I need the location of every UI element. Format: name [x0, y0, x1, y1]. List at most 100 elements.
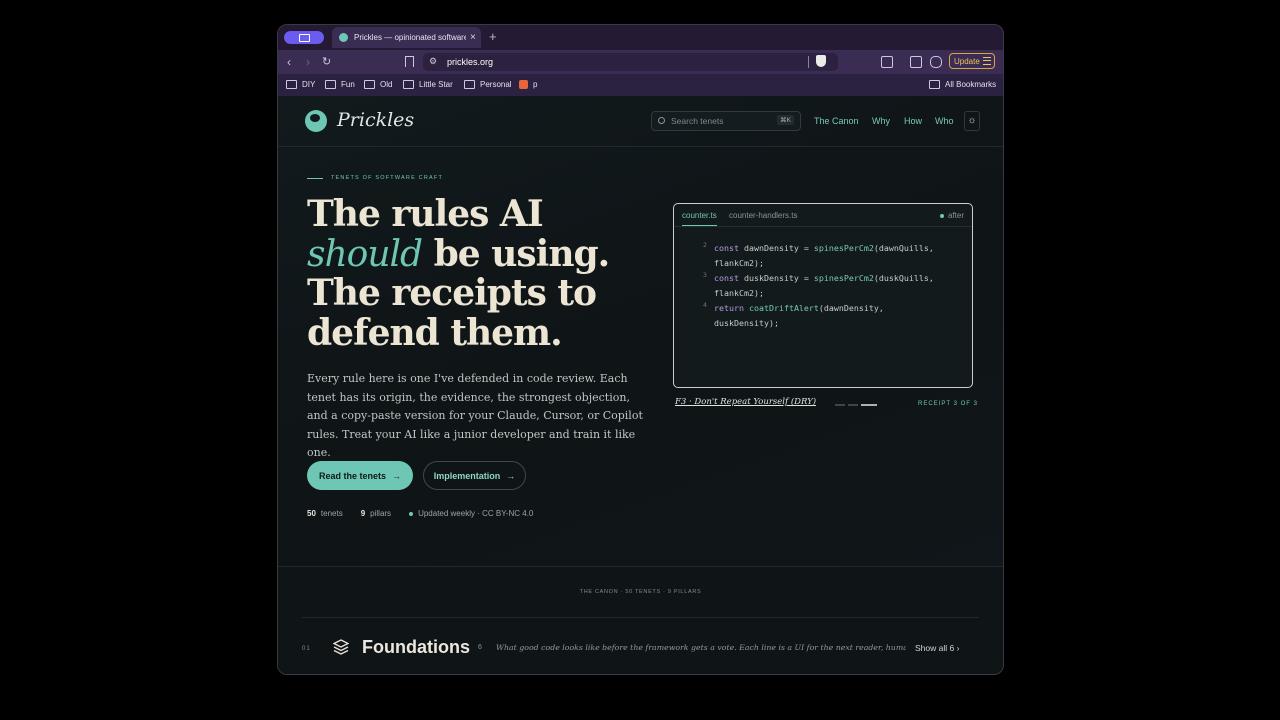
- code-args: (duskQuills,: [873, 273, 934, 283]
- nav-who[interactable]: Who: [935, 116, 954, 126]
- nav-why[interactable]: Why: [872, 116, 890, 126]
- all-bookmarks-label: All Bookmarks: [945, 80, 997, 89]
- tab-bar: Prickles — opinionated software × +: [278, 25, 1003, 50]
- pillar-description: What good code looks like before the fra…: [496, 643, 906, 652]
- url-text: prickles.org: [447, 57, 494, 67]
- bookmark-label: p: [533, 80, 538, 89]
- reload-icon[interactable]: ↻: [322, 55, 331, 68]
- code-keyword: const: [714, 243, 739, 253]
- bookmark-label: Little Star: [419, 80, 453, 89]
- bookmark-old[interactable]: Old: [364, 80, 392, 89]
- browser-tab[interactable]: Prickles — opinionated software ×: [332, 27, 481, 48]
- bookmark-label: Fun: [341, 80, 355, 89]
- code-line-continuation: duskDensity);: [714, 318, 779, 328]
- extension-icon[interactable]: [881, 56, 893, 68]
- bookmark-label: DIY: [302, 80, 316, 89]
- receipt-title-link[interactable]: F3 · Don't Repeat Yourself (DRY): [675, 397, 816, 407]
- site-logo-text[interactable]: Prickles: [337, 109, 414, 131]
- bookmark-personal[interactable]: Personal: [464, 80, 512, 89]
- bookmark-fun[interactable]: Fun: [325, 80, 355, 89]
- tab-title: Prickles — opinionated software: [354, 33, 466, 42]
- update-button[interactable]: Update: [949, 53, 995, 69]
- bookmark-label: Old: [380, 80, 393, 89]
- canon-divider: [302, 617, 979, 618]
- receipt-dot-2[interactable]: [848, 404, 858, 406]
- hero-eyebrow: TENETS OF SOFTWARE CRAFT: [307, 175, 443, 181]
- search-icon: [658, 117, 665, 124]
- profile-icon[interactable]: [930, 56, 942, 68]
- code-line: 2 const dawnDensity = spinesPerCm2(dawnQu…: [674, 241, 934, 256]
- code-function: coatDriftAlert: [748, 303, 819, 313]
- bookmark-icon[interactable]: [405, 56, 414, 67]
- code-line-continuation: flankCm2);: [714, 288, 764, 298]
- address-bar[interactable]: ⚙ prickles.org: [423, 53, 838, 71]
- line-number: 3: [703, 271, 707, 279]
- chevron-right-icon: ›: [956, 643, 960, 653]
- pillar-count: 6: [478, 644, 482, 651]
- folder-icon: [325, 80, 336, 89]
- site-settings-icon[interactable]: ⚙: [429, 56, 437, 67]
- implementation-button[interactable]: Implementation →: [423, 461, 526, 490]
- folder-icon: [403, 80, 414, 89]
- forward-icon[interactable]: ›: [306, 55, 310, 69]
- hero-title-line-2: should be using.: [307, 232, 611, 275]
- code-line: 4 return coatDriftAlert(dawnDensity,: [674, 301, 934, 316]
- nav-the-canon[interactable]: The Canon: [814, 116, 859, 126]
- receipt-pager: [835, 404, 877, 406]
- code-function: spinesPerCm2: [813, 243, 874, 253]
- bookmarks-bar: DIY Fun Old Little Star Personal p All B…: [278, 74, 1003, 96]
- update-label: Update: [954, 56, 980, 66]
- after-indicator: after: [939, 211, 964, 220]
- eyebrow-line: [307, 177, 323, 179]
- receipt-dot-1[interactable]: [835, 404, 845, 406]
- show-all-link[interactable]: Show all 6 ›: [915, 643, 959, 653]
- hero-title: The rules AI should be using. The receip…: [307, 194, 611, 353]
- sidebar-panel-icon[interactable]: [910, 56, 922, 68]
- after-label: after: [947, 211, 964, 220]
- canon-label: THE CANON · 50 TENETS · 9 PILLARS: [579, 589, 702, 595]
- new-tab-button[interactable]: +: [489, 29, 497, 44]
- shield-icon[interactable]: [816, 55, 826, 67]
- close-tab-icon[interactable]: ×: [470, 32, 476, 43]
- sun-icon[interactable]: ☼: [964, 111, 980, 131]
- hero-title-line-2-rest: be using.: [422, 232, 611, 275]
- code-text: duskDensity =: [738, 273, 814, 283]
- code-line-continuation: flankCm2);: [714, 258, 764, 268]
- urlbar-divider: [808, 56, 809, 68]
- code-tab-counter-handlers[interactable]: counter-handlers.ts: [729, 211, 797, 220]
- status-dot: [409, 511, 414, 516]
- hero-title-emphasis: should: [307, 233, 423, 275]
- arrow-right-icon: →: [392, 470, 402, 481]
- nav-how[interactable]: How: [904, 116, 922, 126]
- folder-icon: [364, 80, 375, 89]
- p-bookmark-icon: [519, 80, 528, 89]
- receipt-dot-3[interactable]: [861, 404, 877, 406]
- tenets-count: 50: [307, 509, 316, 518]
- hedgehog-logo-icon[interactable]: [305, 110, 327, 132]
- search-input[interactable]: Search tenets ⌘K: [651, 111, 801, 131]
- search-placeholder: Search tenets: [671, 116, 724, 126]
- implementation-label: Implementation: [433, 470, 501, 481]
- site-header: Prickles Search tenets ⌘K The Canon Why …: [278, 96, 1003, 147]
- back-icon[interactable]: ‹: [287, 55, 291, 69]
- page-content: Prickles Search tenets ⌘K The Canon Why …: [278, 96, 1003, 674]
- arrow-right-icon: →: [506, 470, 516, 481]
- code-tabs: counter.ts counter-handlers.ts after: [674, 204, 972, 227]
- bookmark-p[interactable]: p: [519, 80, 537, 89]
- updated-text: Updated weekly · CC BY-NC 4.0: [418, 509, 534, 518]
- bookmark-diy[interactable]: DIY: [286, 80, 315, 89]
- site-favicon: [339, 33, 348, 42]
- read-tenets-button[interactable]: Read the tenets →: [307, 461, 413, 490]
- code-keyword: const: [714, 273, 739, 283]
- menu-icon: [982, 57, 991, 65]
- code-keyword: return: [714, 303, 744, 313]
- sidebar-toggle-button[interactable]: [284, 31, 324, 44]
- all-bookmarks[interactable]: All Bookmarks: [929, 80, 996, 89]
- bookmark-label: Personal: [480, 80, 512, 89]
- hero-description: Every rule here is one I've defended in …: [307, 372, 643, 459]
- show-all-label: Show all 6: [915, 643, 955, 653]
- pillar-title[interactable]: Foundations: [362, 637, 470, 658]
- bookmark-little-star[interactable]: Little Star: [403, 80, 453, 89]
- code-tab-counter[interactable]: counter.ts: [682, 211, 717, 226]
- pillars-count: 9: [360, 509, 366, 518]
